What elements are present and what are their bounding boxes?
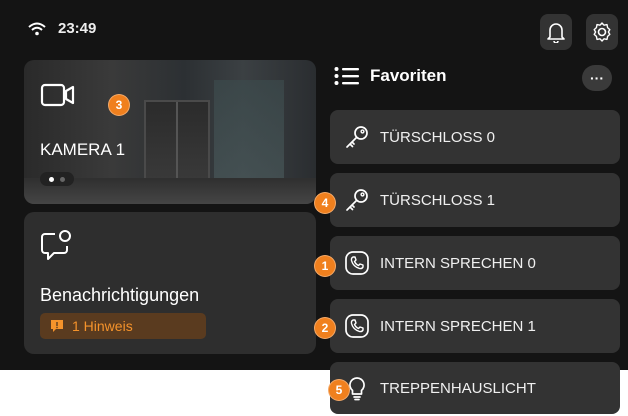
- clock: 23:49: [58, 20, 97, 37]
- phone-icon: [344, 250, 370, 276]
- page-indicator[interactable]: [40, 172, 74, 186]
- message-bubble-icon: [41, 230, 71, 260]
- favorites-more-button[interactable]: ···: [582, 65, 612, 91]
- bell-icon: [547, 23, 565, 43]
- notifications-badge-text: 1 Hinweis: [72, 318, 133, 334]
- gear-icon: [593, 22, 611, 42]
- video-camera-icon: [40, 83, 75, 107]
- favorite-item-label: INTERN SPRECHEN 0: [380, 254, 536, 272]
- phone-icon: [344, 313, 370, 339]
- wifi-icon: [28, 22, 46, 35]
- favorite-item-label: INTERN SPRECHEN 1: [380, 317, 536, 335]
- status-bar: 23:49: [28, 20, 96, 37]
- favorite-item-label: TÜRSCHLOSS 1: [380, 191, 496, 209]
- notifications-badge[interactable]: 1 Hinweis: [40, 313, 206, 339]
- favorite-item-label: TREPPENHAUSLICHT: [380, 379, 536, 397]
- favorite-item-intern-sprechen-1[interactable]: INTERN SPRECHEN 1: [330, 299, 620, 353]
- favorites-header: Favoriten: [334, 66, 447, 86]
- favorite-item-label: TÜRSCHLOSS 0: [380, 128, 496, 146]
- key-icon: [344, 187, 370, 213]
- intercom-screen: 23:49 3 KAMERA 1 Benachrichtigungen 1 Hi…: [0, 0, 628, 370]
- favorite-item-intern-sprechen-0[interactable]: INTERN SPRECHEN 0: [330, 236, 620, 290]
- alert-message-icon: [51, 320, 63, 332]
- favorite-badge-5: 5: [328, 379, 350, 401]
- camera-tile[interactable]: 3 KAMERA 1: [24, 60, 316, 204]
- favorite-item-tuerschloss-0[interactable]: TÜRSCHLOSS 0: [330, 110, 620, 164]
- camera-badge: 3: [108, 94, 130, 116]
- camera-label: KAMERA 1: [40, 140, 126, 159]
- list-icon: [334, 67, 359, 85]
- favorite-item-tuerschloss-1[interactable]: TÜRSCHLOSS 1: [330, 173, 620, 227]
- favorite-item-treppenhauslicht[interactable]: TREPPENHAUSLICHT: [330, 362, 620, 414]
- favorite-badge-2: 2: [314, 317, 336, 339]
- favorite-badge-4: 4: [314, 192, 336, 214]
- favorite-badge-1: 1: [314, 255, 336, 277]
- notifications-tile[interactable]: Benachrichtigungen 1 Hinweis: [24, 212, 316, 354]
- favorites-title: Favoriten: [370, 66, 447, 85]
- settings-button[interactable]: [586, 14, 618, 50]
- notifications-title: Benachrichtigungen: [40, 285, 200, 305]
- page-dot-1: [49, 176, 54, 182]
- key-icon: [344, 124, 370, 150]
- page-dot-2: [60, 176, 65, 182]
- notifications-button[interactable]: [540, 14, 572, 50]
